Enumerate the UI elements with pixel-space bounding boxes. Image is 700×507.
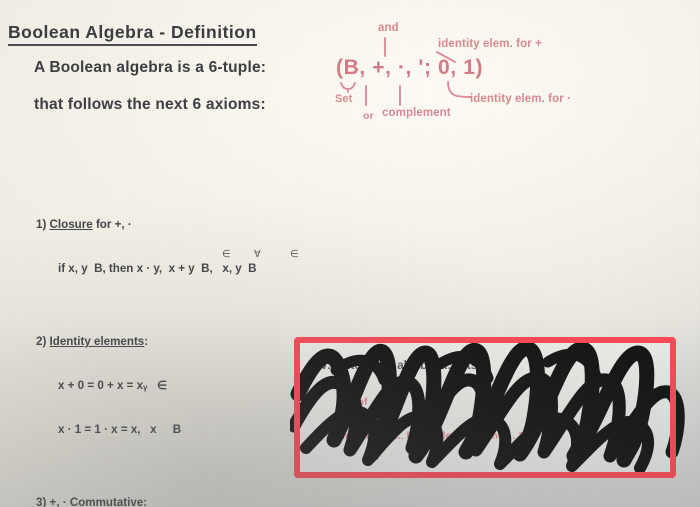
axiom-2-number: 2) (36, 335, 47, 349)
axiom-2-line-2: x · 1 = 1 · x = x, x B (58, 422, 182, 436)
axiom-2-heading: Identity elements (49, 335, 145, 349)
axiom-3-number: 3) (36, 495, 47, 507)
symbol-element-of-2: ∈ (290, 249, 299, 261)
axiom-3-heading: +, · Commutative (49, 495, 144, 507)
axiom-item-1: 1) Closure for +, · (36, 218, 336, 233)
axiom-1-number: 1) (36, 218, 47, 232)
axiom-3-heading-rest: : (143, 495, 148, 507)
axiom-list: 1) Closure for +, · if x, y B, then x · … (36, 160, 336, 507)
axiom-1-line-1: if x, y B, then x · y, x + y B, x, y B ∈ ∀… (36, 249, 336, 277)
axiom-item-2: 2) Identity elements: (36, 335, 336, 350)
annotation-leader-lines (340, 37, 472, 106)
axiom-1-line-1-text: if x, y B, then x · y, x + y B, x, y B (58, 262, 257, 276)
axiom-1-heading: Closure (49, 218, 93, 232)
axiom-1-heading-rest: for +, · (92, 218, 132, 232)
red-highlight-box (294, 337, 676, 478)
symbol-element-of: ∈ (222, 249, 231, 261)
symbol-for-all: ∀ (254, 249, 261, 261)
axiom-item-3: 3) +, · Commutative: (36, 496, 336, 507)
axiom-2-line-1: x + 0 = 0 + x = xᵧ ∈ (58, 378, 168, 392)
notebook-photo: Boolean Algebra - Definition A Boolean a… (0, 0, 700, 507)
axiom-2-heading-rest: : (144, 335, 149, 349)
